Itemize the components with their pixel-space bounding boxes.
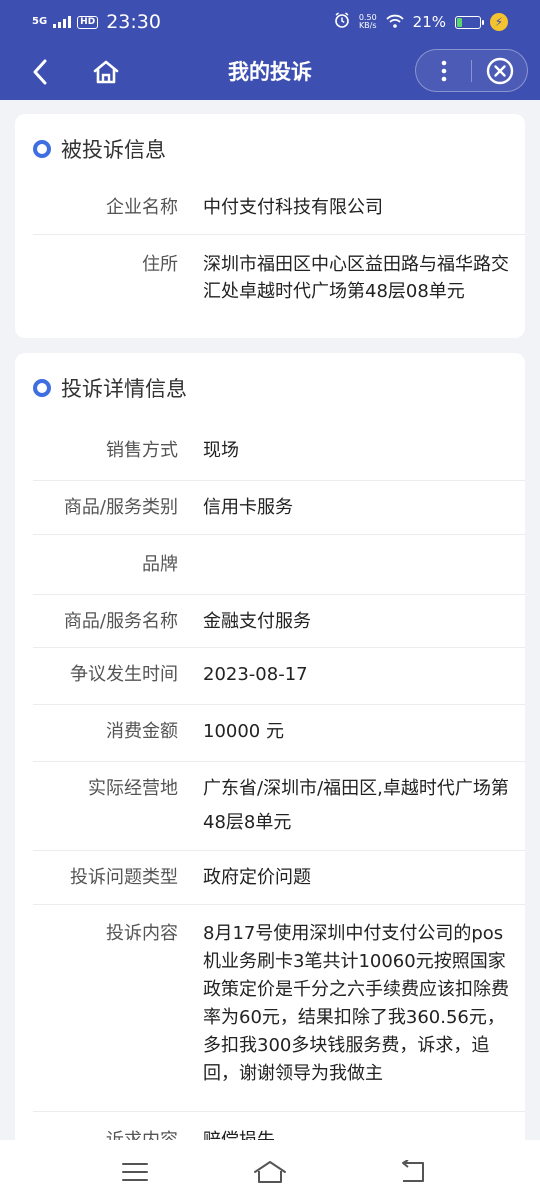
field-value: 10000 元 — [203, 721, 284, 742]
field-label: 投诉问题类型 — [70, 867, 178, 888]
complaint-details-card: 投诉详情信息 销售方式 现场 商品/服务类别 信用卡服务 品牌 商品/服务名称 … — [15, 353, 525, 1140]
alarm-icon — [334, 12, 350, 32]
content-scroll[interactable]: 被投诉信息 企业名称 中付支付科技有限公司 住所 深圳市福田区中心区益田路与福华… — [0, 100, 540, 1140]
mini-program-capsule — [415, 49, 528, 92]
clock: 23:30 — [106, 11, 161, 33]
divider — [33, 1111, 525, 1112]
field-label: 销售方式 — [106, 440, 178, 461]
field-label: 投诉内容 — [106, 923, 178, 944]
field-value: 深圳市福田区中心区益田路与福华路交汇处卓越时代广场第48层08单元 — [203, 254, 509, 302]
more-vertical-icon — [441, 60, 446, 81]
system-back-button[interactable] — [392, 1154, 432, 1190]
divider — [33, 761, 525, 762]
back-button[interactable] — [24, 56, 56, 88]
wifi-icon — [386, 13, 404, 32]
status-bar: 5G HD 23:30 0.50 KB/s 21% ⚡ — [0, 0, 540, 44]
section-title: 投诉详情信息 — [61, 377, 187, 401]
field-row: 消费金额 10000 元 — [33, 720, 525, 744]
field-row: 商品/服务名称 金融支付服务 — [33, 610, 525, 634]
field-row: 诉求内容 赔偿损失 — [33, 1129, 525, 1140]
divider — [33, 850, 525, 851]
recent-apps-button[interactable] — [115, 1154, 155, 1190]
field-row: 投诉问题类型 政府定价问题 — [33, 866, 525, 890]
home-icon — [93, 60, 119, 84]
field-row: 投诉内容 8月17号使用深圳中付支付公司的pos机业务刷卡3笔共计10060元按… — [33, 922, 525, 1088]
net-speed: 0.50 KB/s — [359, 14, 377, 30]
divider — [33, 534, 525, 535]
menu-icon — [122, 1163, 148, 1181]
battery-percent: 21% — [412, 13, 446, 31]
complainee-card: 被投诉信息 企业名称 中付支付科技有限公司 住所 深圳市福田区中心区益田路与福华… — [15, 114, 525, 338]
signal-icon — [53, 16, 72, 28]
field-value: 赔偿损失 — [203, 1129, 511, 1140]
battery-icon — [455, 15, 484, 29]
field-row: 实际经营地 广东省/深圳市/福田区,卓越时代广场第48层8单元 — [33, 772, 525, 840]
close-button[interactable] — [472, 49, 527, 92]
chevron-left-icon — [33, 59, 47, 85]
divider — [33, 704, 525, 705]
status-left: 5G HD 23:30 — [32, 11, 161, 33]
field-value: 中付支付科技有限公司 — [203, 197, 383, 218]
nav-home-icon — [254, 1161, 286, 1183]
field-label: 住所 — [142, 254, 178, 275]
divider — [33, 904, 525, 905]
field-row: 住所 深圳市福田区中心区益田路与福华路交汇处卓越时代广场第48层08单元 — [33, 253, 525, 305]
field-label: 商品/服务类别 — [63, 497, 178, 518]
more-button[interactable] — [416, 49, 471, 92]
divider — [33, 594, 525, 595]
section-dot-icon — [33, 379, 51, 397]
divider — [33, 647, 525, 648]
field-value: 8月17号使用深圳中付支付公司的pos机业务刷卡3笔共计10060元按照国家政策… — [203, 923, 509, 1084]
system-home-button[interactable] — [250, 1154, 290, 1190]
divider — [33, 480, 525, 481]
battery-level — [457, 17, 463, 27]
field-value: 现场 — [203, 440, 239, 461]
field-value: 广东省/深圳市/福田区,卓越时代广场第48层8单元 — [203, 778, 509, 833]
network-type: 5G — [32, 16, 48, 27]
system-nav-bar — [0, 1140, 540, 1204]
field-value: 信用卡服务 — [203, 497, 293, 518]
field-label: 诉求内容 — [33, 1129, 178, 1140]
complainee-header: 被投诉信息 — [33, 134, 166, 164]
hd-badge: HD — [77, 15, 99, 29]
field-value: 政府定价问题 — [203, 867, 311, 888]
net-speed-unit: KB/s — [358, 21, 377, 30]
section-dot-icon — [33, 140, 51, 158]
field-row: 品牌 — [33, 553, 525, 577]
home-button[interactable] — [88, 56, 124, 88]
field-label: 实际经营地 — [88, 778, 178, 799]
field-value: 金融支付服务 — [203, 611, 311, 632]
field-row: 商品/服务类别 信用卡服务 — [33, 496, 525, 520]
field-row: 销售方式 现场 — [33, 439, 525, 463]
divider — [33, 234, 525, 235]
field-label: 争议发生时间 — [70, 664, 178, 685]
field-row: 企业名称 中付支付科技有限公司 — [33, 196, 525, 220]
status-right: 0.50 KB/s 21% ⚡ — [334, 12, 508, 32]
charging-icon: ⚡ — [490, 13, 508, 31]
field-row: 争议发生时间 2023-08-17 — [33, 663, 525, 687]
field-value: 2023-08-17 — [203, 664, 308, 685]
field-value — [203, 553, 511, 577]
close-circle-icon — [486, 57, 513, 84]
field-label: 企业名称 — [106, 197, 178, 218]
field-label: 品牌 — [142, 554, 178, 575]
nav-back-icon — [402, 1160, 424, 1182]
field-label: 商品/服务名称 — [63, 611, 178, 632]
section-title: 被投诉信息 — [61, 138, 166, 162]
details-header: 投诉详情信息 — [33, 373, 187, 403]
field-label: 消费金额 — [106, 721, 178, 742]
nav-bar: 我的投诉 — [0, 44, 540, 100]
